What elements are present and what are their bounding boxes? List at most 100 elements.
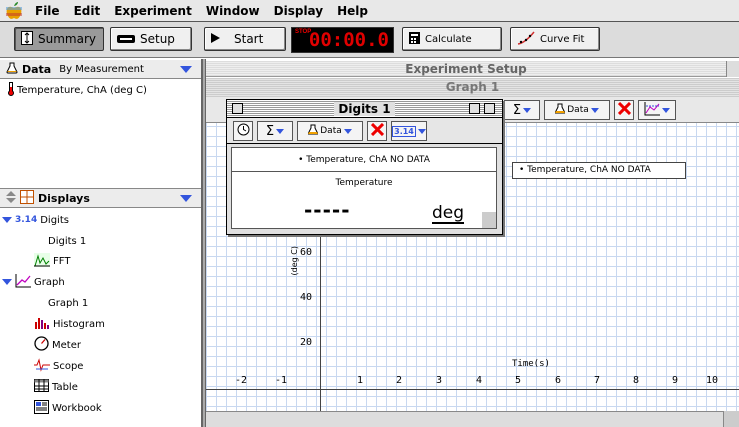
display-item-fft[interactable]: FFT xyxy=(34,252,70,270)
graph-settings-button[interactable] xyxy=(638,100,676,120)
data-flask-icon xyxy=(6,62,18,77)
curve-fit-icon xyxy=(517,31,535,48)
display-item-label: Graph 1 xyxy=(48,297,89,309)
red-x-icon xyxy=(370,122,384,139)
menu-display[interactable]: Display xyxy=(267,0,330,22)
x-tick-label: 6 xyxy=(555,375,562,386)
display-item-histogram[interactable]: Histogram xyxy=(34,315,105,333)
menu-experiment[interactable]: Experiment xyxy=(107,0,199,22)
digits-data-label: Data xyxy=(320,126,342,136)
x-tick-label: 2 xyxy=(396,375,403,386)
menu-help[interactable]: Help xyxy=(330,0,375,22)
chevron-down-icon[interactable] xyxy=(180,66,192,73)
digits-display: • Temperature, ChA NO DATA Temperature -… xyxy=(231,147,497,229)
y-tick-label: 40 xyxy=(300,292,313,303)
histogram-icon xyxy=(34,316,50,333)
x-tick-label: 3 xyxy=(436,375,443,386)
calculate-button[interactable]: Calculate xyxy=(402,27,502,51)
menu-window[interactable]: Window xyxy=(199,0,267,22)
statistics-button[interactable]: Σ xyxy=(504,100,540,120)
sigma-icon: Σ xyxy=(265,123,275,139)
display-item-graph[interactable]: Graph xyxy=(2,273,65,291)
chevron-down-icon xyxy=(343,128,352,134)
digits-format-icon: 3.14 xyxy=(392,125,416,137)
left-pane: Data By Measurement Temperature, ChA (de… xyxy=(0,59,202,427)
display-item-label: Meter xyxy=(52,339,81,351)
zoom-box-icon[interactable] xyxy=(726,61,739,77)
start-label: Start xyxy=(234,32,264,46)
display-item-label: Histogram xyxy=(53,318,105,330)
graph-data-button[interactable]: Data xyxy=(544,100,610,120)
setup-label: Setup xyxy=(140,32,175,46)
graph-window-title[interactable]: Graph 1 xyxy=(206,78,739,97)
x-tick-label: -1 xyxy=(275,375,288,386)
display-item-label: Table xyxy=(52,381,78,393)
display-item-label: Workbook xyxy=(52,402,102,414)
display-item-meter[interactable]: Meter xyxy=(34,336,81,354)
timer-stop-label: STOP xyxy=(295,29,312,35)
display-item-label: Graph xyxy=(34,276,65,288)
x-axis xyxy=(206,389,739,390)
start-button[interactable]: Start xyxy=(204,27,286,51)
data-panel-header[interactable]: Data By Measurement xyxy=(0,59,201,79)
display-item-graph-1[interactable]: Graph 1 xyxy=(48,294,88,312)
display-item-digits[interactable]: 3.14 Digits xyxy=(2,211,69,229)
y-tick-label: 60 xyxy=(300,247,313,258)
digits-data-button[interactable]: Data xyxy=(297,121,363,141)
display-item-label: Digits xyxy=(40,214,69,226)
digits-measurement: Temperature xyxy=(335,178,393,188)
graph-scrollbar[interactable] xyxy=(206,411,739,427)
curve-fit-button[interactable]: Curve Fit xyxy=(510,27,600,51)
close-box-icon[interactable] xyxy=(232,103,243,114)
resize-grip-icon[interactable] xyxy=(482,212,496,228)
setup-button[interactable]: Setup xyxy=(110,27,192,51)
calculator-icon xyxy=(409,31,420,47)
experiment-setup-title[interactable]: Experiment Setup xyxy=(206,61,726,77)
x-tick-label: 8 xyxy=(633,375,640,386)
summary-icon xyxy=(21,30,33,48)
graph-data-label: Data xyxy=(567,105,589,115)
data-item-temperature[interactable]: Temperature, ChA (deg C) xyxy=(8,81,147,99)
legend-label: Temperature, ChA NO DATA xyxy=(527,165,651,175)
graph-legend[interactable]: • Temperature, ChA NO DATA xyxy=(512,162,686,179)
x-tick-label: -2 xyxy=(235,375,248,386)
digits-window: Digits 1 Σ Data 3.14 • Temperature, ChA … xyxy=(226,99,503,235)
x-tick-label: 4 xyxy=(476,375,483,386)
menu-edit[interactable]: Edit xyxy=(67,0,108,22)
x-tick-label: 5 xyxy=(515,375,522,386)
x-tick-label: 7 xyxy=(594,375,601,386)
table-icon xyxy=(34,379,49,395)
resize-grip-icon[interactable] xyxy=(723,411,739,427)
disclosure-open-icon[interactable] xyxy=(2,279,12,285)
chevron-down-icon xyxy=(523,107,532,113)
display-item-scope[interactable]: Scope xyxy=(34,357,83,375)
statistics-button[interactable]: Σ xyxy=(257,121,293,141)
meter-icon xyxy=(34,336,49,354)
x-tick-label: 10 xyxy=(706,375,719,386)
summary-button[interactable]: Summary xyxy=(14,27,104,51)
apple-menu-icon[interactable] xyxy=(0,0,28,22)
sampling-button[interactable] xyxy=(233,121,253,141)
red-x-icon xyxy=(617,101,631,118)
displays-panel-header[interactable]: Displays xyxy=(0,188,201,208)
resize-arrows-icon[interactable] xyxy=(6,190,16,206)
display-item-workbook[interactable]: Workbook xyxy=(34,399,102,417)
remove-data-button[interactable] xyxy=(614,100,634,120)
menu-file[interactable]: File xyxy=(28,0,67,22)
zoom-box-icon[interactable] xyxy=(469,103,480,114)
y-tick-label: 20 xyxy=(300,337,313,348)
data-flask-icon xyxy=(554,103,567,117)
digits-format-button[interactable]: 3.14 xyxy=(391,121,427,141)
display-item-table[interactable]: Table xyxy=(34,378,78,396)
collapse-box-icon[interactable] xyxy=(484,103,495,114)
remove-data-button[interactable] xyxy=(367,121,387,141)
display-item-digits-1[interactable]: Digits 1 xyxy=(48,232,86,250)
digits-source: • Temperature, ChA NO DATA xyxy=(232,148,496,172)
summary-label: Summary xyxy=(38,32,96,46)
x-tick-label: 1 xyxy=(357,375,364,386)
data-panel-mode: By Measurement xyxy=(59,63,144,75)
thermometer-icon xyxy=(8,81,14,99)
chevron-down-icon[interactable] xyxy=(180,195,192,202)
digits-title-bar[interactable]: Digits 1 xyxy=(227,100,502,118)
disclosure-open-icon[interactable] xyxy=(2,217,12,223)
